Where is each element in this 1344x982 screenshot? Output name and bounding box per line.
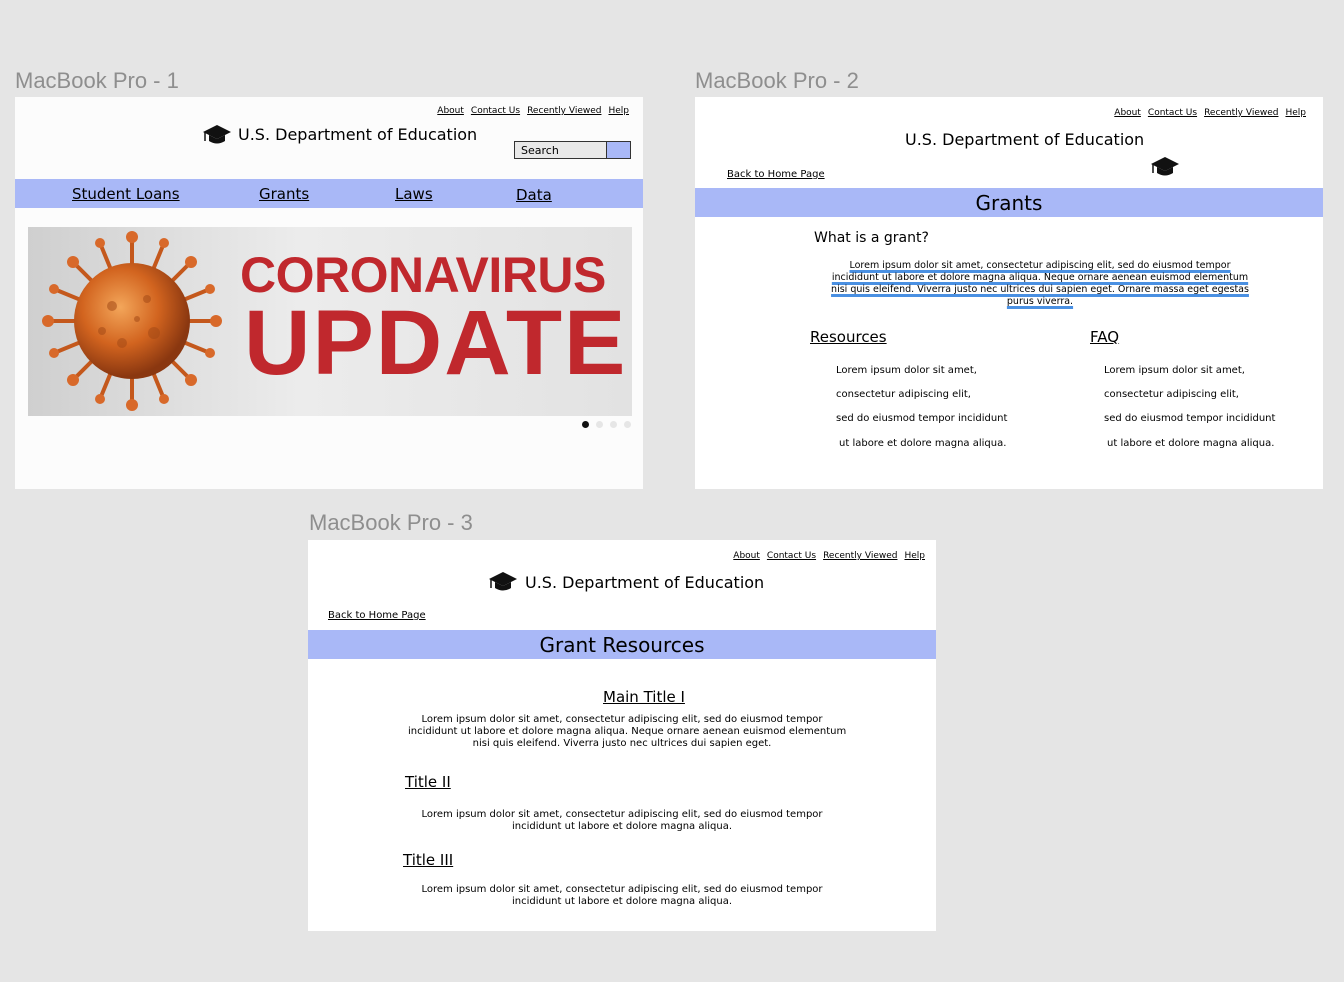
- link-help[interactable]: Help: [904, 551, 925, 561]
- section-main-line-3: nisi quis eleifend. Viverra justo nec ul…: [472, 738, 772, 749]
- section-2-line-1: Lorem ipsum dolor sit amet, consectetur …: [421, 809, 823, 820]
- banner-line-2: UPDATE: [244, 292, 628, 394]
- link-recently-viewed[interactable]: Recently Viewed: [823, 551, 897, 561]
- nav-student-loans[interactable]: Student Loans: [72, 185, 180, 203]
- nav-grants[interactable]: Grants: [259, 185, 309, 203]
- graduation-cap-icon: [489, 572, 517, 591]
- link-recently-viewed[interactable]: Recently Viewed: [1204, 108, 1278, 118]
- search-button[interactable]: [606, 142, 630, 158]
- section-text-main: Lorem ipsum dolor sit amet, consectetur …: [408, 714, 847, 750]
- faq-title[interactable]: FAQ: [1090, 328, 1119, 346]
- carousel-dot-2[interactable]: [596, 421, 603, 428]
- graduation-cap-icon: [203, 125, 231, 144]
- section-title-2: Title II: [405, 773, 451, 791]
- coronavirus-banner[interactable]: CORONAVIRUS UPDATE: [28, 227, 632, 416]
- faq-line-4: ut labore et dolore magna aliqua.: [1107, 438, 1275, 449]
- carousel-dot-3[interactable]: [610, 421, 617, 428]
- org-title: U.S. Department of Education: [905, 130, 1145, 149]
- answer-line-2: incididunt ut labore et dolore magna ali…: [831, 272, 1249, 283]
- faq-line-3: sed do eiusmod tempor incididunt: [1104, 413, 1276, 424]
- section-text-2: Lorem ipsum dolor sit amet, consectetur …: [408, 809, 836, 833]
- link-help[interactable]: Help: [608, 106, 629, 116]
- link-contact-us[interactable]: Contact Us: [471, 106, 520, 116]
- search-input[interactable]: Search: [515, 142, 606, 158]
- faq-line-2: consectetur adipiscing elit,: [1104, 389, 1239, 400]
- section-3-line-2: incididunt ut labore et dolore magna ali…: [511, 896, 733, 907]
- search-box: Search: [514, 141, 631, 159]
- virus-icon: [42, 231, 222, 411]
- top-links: About Contact Us Recently Viewed Help: [437, 106, 629, 116]
- frame-label-2: MacBook Pro - 2: [695, 68, 859, 93]
- resources-line-1: Lorem ipsum dolor sit amet,: [836, 365, 977, 376]
- grant-answer: Lorem ipsum dolor sit amet, consectetur …: [815, 260, 1265, 308]
- org-title: U.S. Department of Education: [238, 125, 478, 144]
- resources-line-3: sed do eiusmod tempor incididunt: [836, 413, 1008, 424]
- faq-line-1: Lorem ipsum dolor sit amet,: [1104, 365, 1245, 376]
- page-title: Grant Resources: [539, 633, 705, 657]
- link-recently-viewed[interactable]: Recently Viewed: [527, 106, 601, 116]
- frame-home: About Contact Us Recently Viewed Help U.…: [15, 97, 643, 489]
- link-contact-us[interactable]: Contact Us: [767, 551, 816, 561]
- section-title-main: Main Title I: [603, 688, 685, 706]
- link-about[interactable]: About: [1114, 108, 1141, 118]
- section-main-line-2: incididunt ut labore et dolore magna ali…: [408, 726, 847, 737]
- grant-question: What is a grant?: [814, 230, 929, 246]
- link-about[interactable]: About: [437, 106, 464, 116]
- answer-line-1: Lorem ipsum dolor sit amet, consectetur …: [849, 260, 1231, 271]
- carousel-dot-4[interactable]: [624, 421, 631, 428]
- resources-title[interactable]: Resources: [810, 328, 887, 346]
- carousel-dot-1[interactable]: [582, 421, 589, 428]
- link-about[interactable]: About: [733, 551, 760, 561]
- answer-line-4: purus viverra.: [1006, 296, 1074, 307]
- frame-grants: About Contact Us Recently Viewed Help U.…: [695, 97, 1323, 489]
- section-text-3: Lorem ipsum dolor sit amet, consectetur …: [408, 884, 836, 908]
- section-2-line-2: incididunt ut labore et dolore magna ali…: [511, 821, 733, 832]
- nav-data[interactable]: Data: [516, 186, 552, 204]
- frame-label-1: MacBook Pro - 1: [15, 68, 179, 93]
- back-to-home-link[interactable]: Back to Home Page: [727, 169, 825, 180]
- resources-line-2: consectetur adipiscing elit,: [836, 389, 971, 400]
- graduation-cap-icon: [1151, 157, 1179, 176]
- back-to-home-link[interactable]: Back to Home Page: [328, 610, 426, 621]
- section-main-line-1: Lorem ipsum dolor sit amet, consectetur …: [421, 714, 823, 725]
- nav-laws[interactable]: Laws: [395, 185, 433, 203]
- org-title: U.S. Department of Education: [525, 573, 765, 592]
- link-help[interactable]: Help: [1285, 108, 1306, 118]
- section-title-3: Title III: [403, 851, 454, 869]
- top-links: About Contact Us Recently Viewed Help: [1114, 108, 1306, 118]
- section-3-line-1: Lorem ipsum dolor sit amet, consectetur …: [421, 884, 823, 895]
- link-contact-us[interactable]: Contact Us: [1148, 108, 1197, 118]
- page-title: Grants: [975, 191, 1043, 215]
- resources-line-4: ut labore et dolore magna aliqua.: [839, 438, 1007, 449]
- answer-line-3: nisi quis eleifend. Viverra justo nec ul…: [831, 284, 1249, 295]
- frame-grant-resources: About Contact Us Recently Viewed Help U.…: [308, 540, 936, 931]
- top-links: About Contact Us Recently Viewed Help: [733, 551, 925, 561]
- frame-label-3: MacBook Pro - 3: [309, 510, 473, 535]
